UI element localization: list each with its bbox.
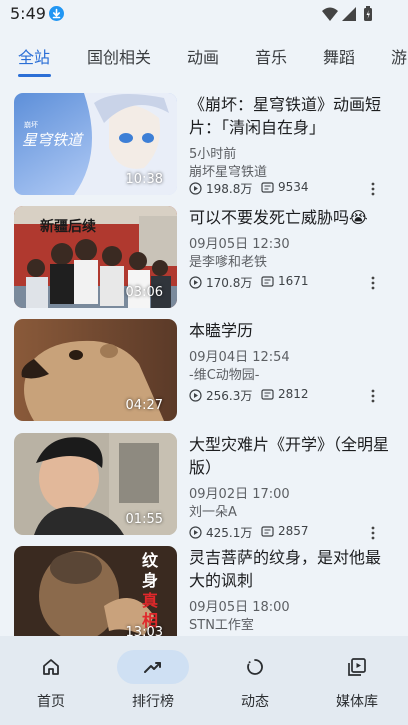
nav-label: 首页: [37, 694, 65, 710]
tab-games[interactable]: 游: [391, 44, 407, 68]
play-count-icon: [189, 526, 202, 539]
more-options-icon[interactable]: [368, 274, 378, 292]
status-bar: 5:49: [0, 0, 408, 30]
video-title[interactable]: 本瞌学历: [189, 319, 394, 342]
video-author[interactable]: 崩坏星穹铁道: [189, 161, 267, 180]
danmaku-count: 2812: [261, 387, 309, 401]
danmaku-count-value: 9534: [278, 180, 309, 194]
danmaku-icon: [261, 388, 274, 400]
video-duration: 10:38: [125, 172, 163, 187]
danmaku-icon: [261, 525, 274, 537]
nav-ranking[interactable]: 排行榜: [102, 636, 204, 725]
danmaku-count-value: 1671: [278, 274, 309, 288]
view-count-value: 256.3万: [206, 389, 253, 403]
battery-icon: [364, 6, 372, 21]
active-tab-indicator: [18, 74, 51, 77]
nav-media-library[interactable]: 媒体库: [306, 636, 408, 725]
video-card[interactable]: 新疆后续 03:06 可以不要发死亡威胁吗😭 09月05日 12:30 是李嗲和…: [0, 201, 408, 314]
danmaku-count-value: 2857: [278, 524, 309, 538]
video-author[interactable]: 是李嗲和老铁: [189, 251, 267, 270]
tab-dance[interactable]: 舞蹈: [323, 44, 355, 68]
video-card[interactable]: 01:55 大型灾难片《开学》（全明星版） 09月02日 17:00 刘一朵A …: [0, 428, 408, 541]
video-card[interactable]: 纹 身 真 相 13:03 灵吉菩萨的纹身，是对他最大的讽刺 09月05日 18…: [0, 541, 408, 636]
home-icon: [43, 659, 59, 675]
nav-label: 媒体库: [336, 694, 378, 710]
video-title[interactable]: 大型灾难片《开学》（全明星版）: [189, 433, 394, 479]
video-thumbnail[interactable]: 01:55: [14, 433, 177, 535]
view-count-value: 198.8万: [206, 182, 253, 196]
video-stats: 198.8万 9534: [189, 180, 389, 198]
play-count-icon: [189, 276, 202, 289]
media-library-icon: [348, 658, 366, 676]
video-duration: 13:03: [125, 625, 163, 636]
view-count: 198.8万: [189, 180, 252, 197]
video-duration: 03:06: [125, 285, 163, 300]
video-date: 09月04日 12:54: [189, 350, 290, 365]
video-card[interactable]: 崩坏 星穹铁道 10:38 《崩坏：星穹铁道》动画短片：「清闲自在身」 5小时前…: [0, 88, 408, 201]
nav-home[interactable]: 首页: [0, 636, 102, 725]
video-stats: 425.1万 2857: [189, 524, 389, 542]
video-stats: 256.3万 2812: [189, 387, 389, 405]
video-card[interactable]: 04:27 本瞌学历 09月04日 12:54 -维C动物园- 256.3万 2…: [0, 314, 408, 427]
video-thumbnail[interactable]: 04:27: [14, 319, 177, 421]
status-time: 5:49: [10, 4, 46, 23]
view-count-value: 425.1万: [206, 526, 253, 540]
danmaku-count-value: 2812: [278, 387, 309, 401]
thumb-logo-main: 星穹铁道: [22, 131, 84, 149]
tab-animation[interactable]: 动画: [187, 44, 219, 68]
video-title[interactable]: 《崩坏：星穹铁道》动画短片：「清闲自在身」: [189, 93, 394, 139]
video-stats: 170.8万 1671: [189, 274, 389, 292]
video-date: 09月05日 18:00: [189, 600, 290, 615]
thumb-caption: 纹: [142, 551, 159, 570]
view-count: 170.8万: [189, 274, 252, 291]
video-title[interactable]: 可以不要发死亡威胁吗😭: [189, 206, 394, 229]
video-thumbnail[interactable]: 新疆后续 03:06: [14, 206, 177, 308]
more-options-icon[interactable]: [368, 387, 378, 405]
thumb-caption: 真: [142, 591, 158, 610]
video-date: 09月02日 17:00: [189, 487, 290, 502]
system-status-icons: [320, 5, 380, 23]
view-count-value: 170.8万: [206, 276, 253, 290]
bottom-navigation: 首页 排行榜 动态 媒体库: [0, 636, 408, 725]
danmaku-count: 9534: [261, 180, 309, 194]
danmaku-icon: [261, 181, 274, 193]
nav-label: 动态: [241, 694, 269, 710]
wifi-icon: [322, 7, 338, 21]
video-title[interactable]: 灵吉菩萨的纹身，是对他最大的讽刺: [189, 546, 394, 592]
video-author[interactable]: 刘一朵A: [189, 501, 237, 520]
signal-icon: [342, 7, 356, 21]
video-date: 5小时前: [189, 147, 237, 162]
video-duration: 04:27: [125, 398, 163, 413]
danmaku-count: 1671: [261, 274, 309, 288]
category-tabs: 全站 国创相关 动画 音乐 舞蹈 游: [0, 38, 408, 80]
refresh-icon: [247, 659, 263, 675]
video-duration: 01:55: [125, 512, 163, 527]
trending-icon: [144, 662, 161, 673]
more-options-icon[interactable]: [368, 180, 378, 198]
danmaku-count: 2857: [261, 524, 309, 538]
view-count: 256.3万: [189, 387, 252, 404]
tab-all[interactable]: 全站: [18, 44, 50, 68]
video-date: 09月05日 12:30: [189, 237, 290, 252]
tab-guochuang[interactable]: 国创相关: [87, 44, 151, 68]
tab-music[interactable]: 音乐: [255, 44, 287, 68]
video-feed[interactable]: 崩坏 星穹铁道 10:38 《崩坏：星穹铁道》动画短片：「清闲自在身」 5小时前…: [0, 88, 408, 636]
more-options-icon[interactable]: [368, 524, 378, 542]
thumb-caption: 身: [142, 571, 158, 590]
nav-activity[interactable]: 动态: [204, 636, 306, 725]
view-count: 425.1万: [189, 524, 252, 541]
download-icon: [49, 6, 64, 21]
thumb-logo-top: 崩坏: [24, 120, 38, 129]
video-thumbnail[interactable]: 崩坏 星穹铁道 10:38: [14, 93, 177, 195]
video-author[interactable]: -维C动物园-: [189, 364, 259, 383]
nav-label: 排行榜: [132, 694, 174, 710]
video-thumbnail[interactable]: 纹 身 真 相 13:03: [14, 546, 177, 636]
danmaku-icon: [261, 275, 274, 287]
play-count-icon: [189, 389, 202, 402]
thumb-caption: 新疆后续: [40, 218, 96, 235]
play-count-icon: [189, 182, 202, 195]
video-author[interactable]: STN工作室: [189, 614, 254, 633]
